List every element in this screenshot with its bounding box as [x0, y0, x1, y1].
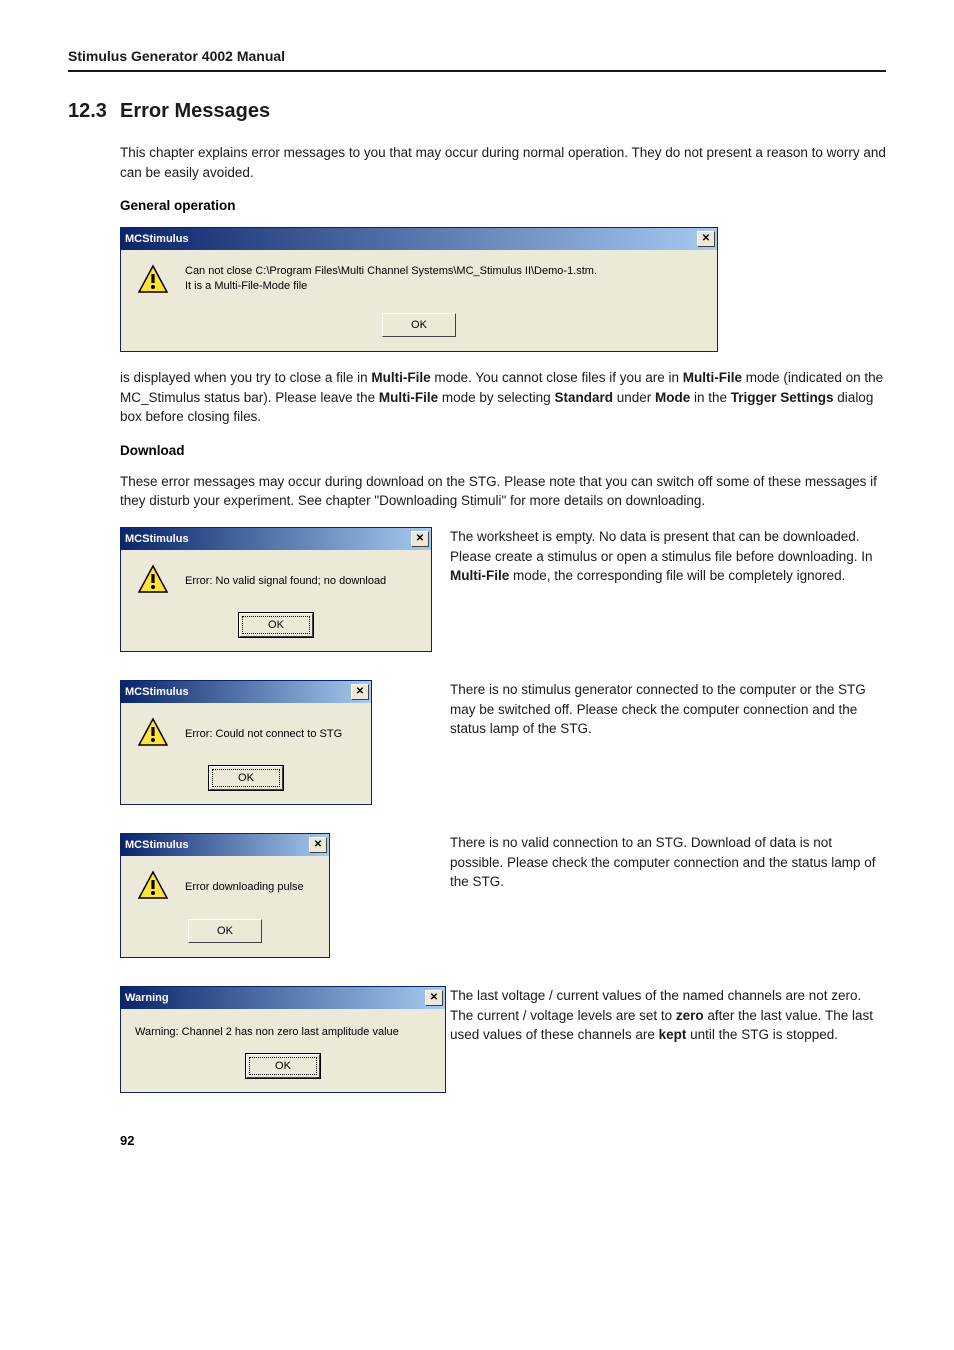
dialog-warning-nonzero: Warning ✕ Warning: Channel 2 has non zer…: [120, 986, 446, 1093]
row-description: There is no valid connection to an STG. …: [330, 833, 886, 892]
dialog-cannot-close: MCStimulus ✕ Can not close C:\Program Fi…: [120, 227, 718, 352]
dialog-no-valid-signal: MCStimulus ✕ Error: No valid signal foun…: [120, 527, 432, 652]
dialog-title: MCStimulus: [125, 839, 189, 851]
close-icon[interactable]: ✕: [411, 531, 429, 547]
section-heading: 12.3Error Messages: [68, 100, 886, 123]
close-icon[interactable]: ✕: [309, 837, 327, 853]
dialog-error-downloading: MCStimulus ✕ Error downloading pulse OK: [120, 833, 330, 958]
ok-button[interactable]: OK: [246, 1054, 320, 1078]
download-intro: These error messages may occur during do…: [120, 472, 886, 511]
ok-button[interactable]: OK: [209, 766, 283, 790]
warning-icon: [137, 870, 169, 905]
doc-title: Stimulus Generator 4002 Manual: [68, 48, 285, 64]
ok-button[interactable]: OK: [188, 919, 262, 943]
page-number: 92: [120, 1133, 886, 1148]
dialog-titlebar: Warning ✕: [121, 987, 445, 1009]
dialog-title: Warning: [125, 992, 169, 1004]
warning-icon: [137, 564, 169, 599]
dialog-message: Can not close C:\Program Files\Multi Cha…: [185, 264, 597, 294]
general-explain: is displayed when you try to close a fil…: [120, 368, 886, 427]
dialog-title: MCStimulus: [125, 686, 189, 698]
row-description: There is no stimulus generator connected…: [372, 680, 886, 739]
dialog-titlebar: MCStimulus ✕: [121, 228, 717, 250]
close-icon[interactable]: ✕: [697, 231, 715, 247]
dialog-message: Error downloading pulse: [185, 880, 304, 895]
warning-icon: [137, 717, 169, 752]
ok-button[interactable]: OK: [239, 613, 313, 637]
section-number: 12.3: [68, 100, 120, 123]
ok-button[interactable]: OK: [382, 313, 456, 337]
warning-icon: [137, 264, 169, 299]
dialog-message: Error: No valid signal found; no downloa…: [185, 574, 386, 589]
download-heading: Download: [120, 443, 886, 458]
row-description: The worksheet is empty. No data is prese…: [432, 527, 886, 586]
section-title: Error Messages: [120, 100, 270, 122]
dialog-message: Warning: Channel 2 has non zero last amp…: [135, 1025, 431, 1040]
close-icon[interactable]: ✕: [425, 990, 443, 1006]
dialog-titlebar: MCStimulus ✕: [121, 528, 431, 550]
dialog-titlebar: MCStimulus ✕: [121, 834, 329, 856]
dialog-title: MCStimulus: [125, 533, 189, 545]
row-description: The last voltage / current values of the…: [446, 986, 886, 1045]
dialog-title: MCStimulus: [125, 233, 189, 245]
close-icon[interactable]: ✕: [351, 684, 369, 700]
dialog-could-not-connect: MCStimulus ✕ Error: Could not connect to…: [120, 680, 372, 805]
dialog-message: Error: Could not connect to STG: [185, 727, 342, 742]
intro-paragraph: This chapter explains error messages to …: [120, 143, 886, 182]
general-heading: General operation: [120, 198, 886, 213]
dialog-titlebar: MCStimulus ✕: [121, 681, 371, 703]
